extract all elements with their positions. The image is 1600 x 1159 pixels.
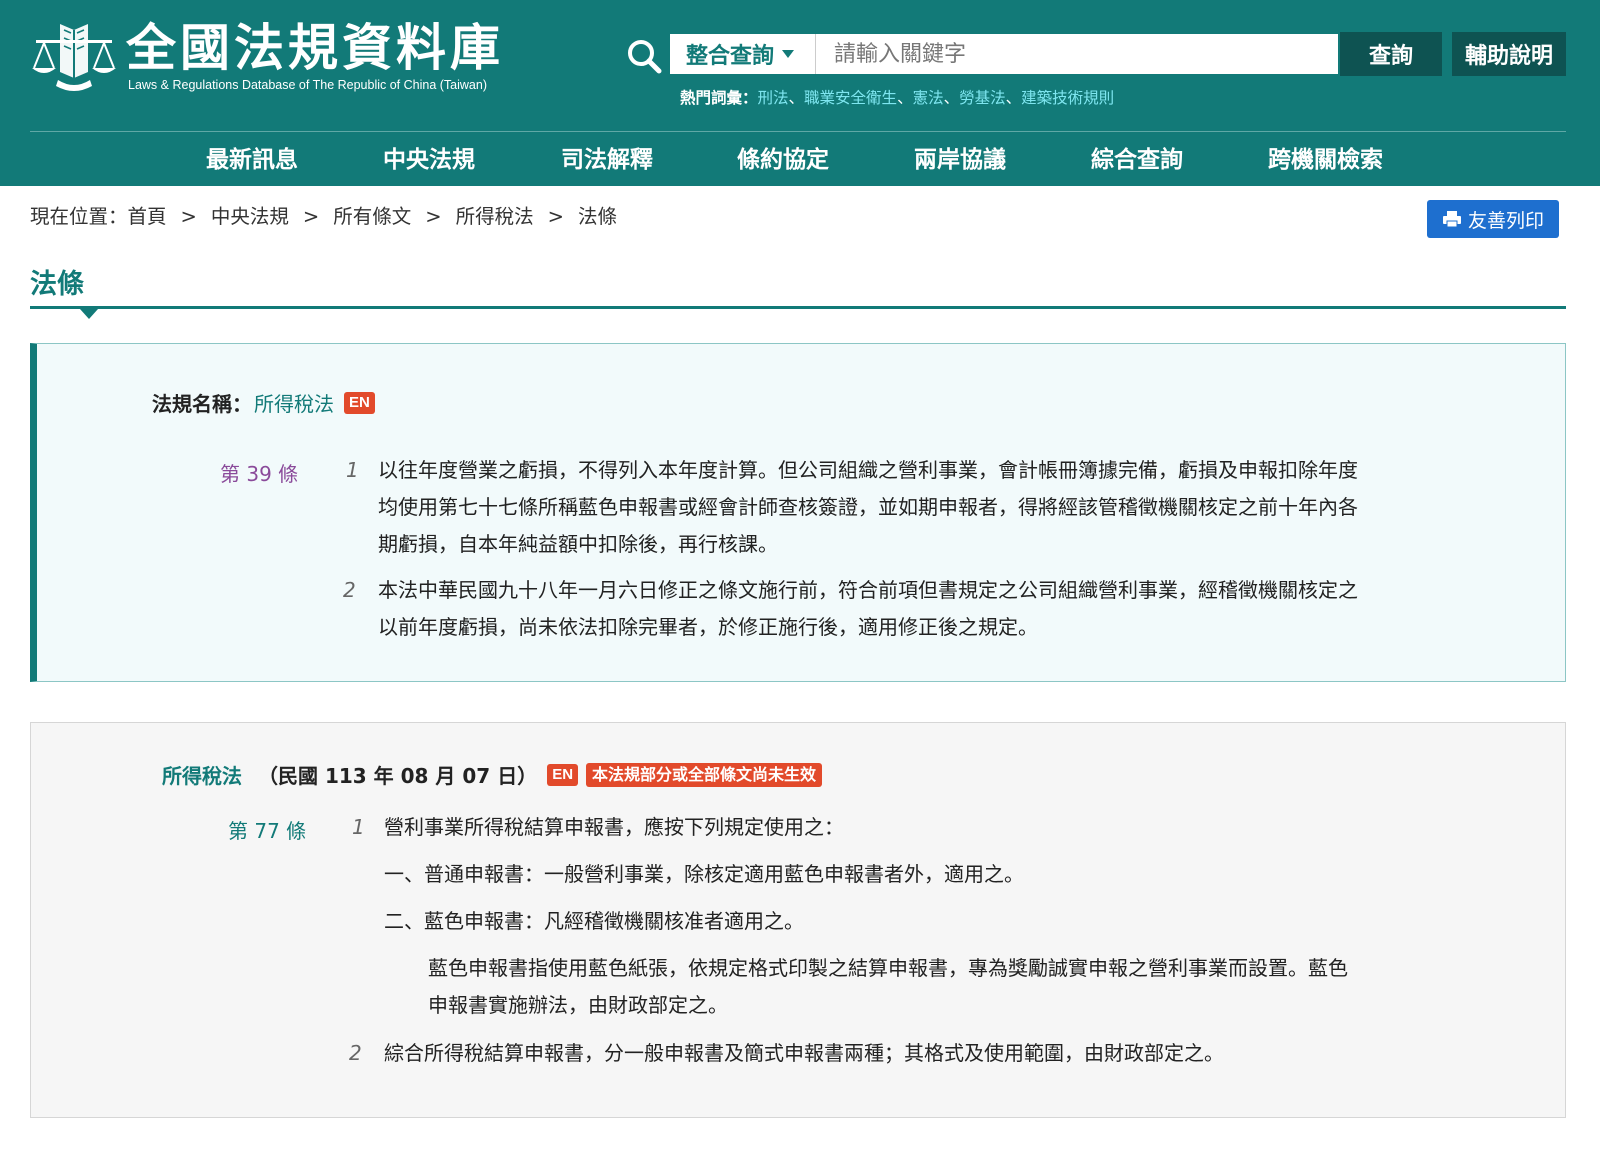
nav-item-cross-agency-search[interactable]: 跨機關檢索 bbox=[1268, 140, 1383, 174]
hot-term-link[interactable]: 勞基法 bbox=[959, 89, 1006, 107]
search-scope-select[interactable]: 整合查詢 bbox=[670, 34, 816, 74]
paragraph-text: 營利事業所得稅結算申報書，應按下列規定使用之： bbox=[384, 815, 844, 839]
hot-terms-label: 熱門詞彙： bbox=[680, 89, 758, 107]
nav-item-news[interactable]: 最新訊息 bbox=[206, 140, 298, 174]
paragraph-number: 2 bbox=[349, 1041, 362, 1065]
hot-terms: 熱門詞彙：刑法、職業安全衛生、憲法、勞基法、建築技術規則 bbox=[680, 89, 1115, 107]
site-subtitle: Laws & Regulations Database of The Repub… bbox=[128, 78, 487, 92]
breadcrumb-item-home[interactable]: 首頁 bbox=[128, 205, 167, 228]
paragraph-number: 1 bbox=[346, 458, 359, 482]
nav-item-cross-strait[interactable]: 兩岸協議 bbox=[914, 140, 1006, 174]
nav-item-central-laws[interactable]: 中央法規 bbox=[383, 140, 475, 174]
site-title: 全國法規資料庫 bbox=[126, 19, 504, 77]
hot-term-link[interactable]: 建築技術規則 bbox=[1021, 89, 1114, 107]
law-name-label: 法規名稱： bbox=[152, 392, 252, 416]
reference-law-header: 所得稅法 （民國 113 年 08 月 07 日） EN 本法規部分或全部條文尚… bbox=[162, 760, 823, 789]
chevron-down-icon bbox=[782, 50, 795, 58]
main-nav: 最新訊息 中央法規 司法解釋 條約協定 兩岸協議 綜合查詢 跨機關檢索 bbox=[0, 140, 1600, 180]
law-name-link[interactable]: 所得稅法 bbox=[254, 388, 334, 417]
paragraph-text: 以往年度營業之虧損，不得列入本年度計算。但公司組織之營利事業，會計帳冊簿據完備，… bbox=[378, 458, 1358, 556]
title-pointer bbox=[80, 309, 98, 319]
search-button[interactable]: 查詢 bbox=[1340, 32, 1442, 76]
english-version-badge[interactable]: EN bbox=[547, 763, 579, 786]
paragraph-text: 綜合所得稅結算申報書，分一般申報書及簡式申報書兩種；其格式及使用範圍，由財政部定… bbox=[384, 1041, 1224, 1065]
print-button-label: 友善列印 bbox=[1467, 209, 1544, 232]
title-underline bbox=[30, 306, 1566, 309]
breadcrumb-item-law[interactable]: 所得稅法 bbox=[456, 205, 534, 228]
list-item: 一、普通申報書：一般營利事業，除核定適用藍色申報書者外，適用之。 bbox=[384, 862, 1024, 886]
paragraph-number: 1 bbox=[352, 815, 365, 839]
english-version-badge[interactable]: EN bbox=[344, 391, 375, 414]
nav-item-treaties[interactable]: 條約協定 bbox=[737, 140, 829, 174]
hot-term-link[interactable]: 憲法 bbox=[913, 89, 944, 107]
hot-term-link[interactable]: 職業安全衛生 bbox=[804, 89, 897, 107]
search-input[interactable] bbox=[816, 34, 1338, 74]
scales-books-icon bbox=[32, 24, 116, 91]
nav-item-advanced-search[interactable]: 綜合查詢 bbox=[1091, 140, 1183, 174]
law-name-row: 法規名稱： 所得稅法 EN bbox=[152, 388, 375, 417]
search-scope-label: 整合查詢 bbox=[686, 44, 775, 69]
search-icon[interactable] bbox=[626, 38, 662, 74]
paragraph-number: 2 bbox=[343, 578, 356, 602]
breadcrumb-item-central[interactable]: 中央法規 bbox=[211, 205, 289, 228]
header-divider bbox=[30, 131, 1566, 132]
article-number[interactable]: 第 39 條 bbox=[220, 458, 298, 487]
breadcrumb-item-current: 法條 bbox=[577, 205, 617, 228]
reference-law-name-link[interactable]: 所得稅法 bbox=[162, 760, 242, 789]
help-button[interactable]: 輔助說明 bbox=[1452, 32, 1566, 76]
nav-item-judicial-interpretations[interactable]: 司法解釋 bbox=[561, 140, 653, 174]
reference-law-date: （民國 113 年 08 月 07 日） bbox=[258, 764, 538, 788]
site-logo[interactable]: 全國法規資料庫 Laws & Regulations Database of T… bbox=[30, 16, 520, 96]
breadcrumb: 現在位置：首頁 > 中央法規 > 所有條文 > 所得稅法 > 法條 bbox=[30, 205, 617, 228]
not-in-force-badge: 本法規部分或全部條文尚未生效 bbox=[586, 762, 823, 787]
site-header: 全國法規資料庫 Laws & Regulations Database of T… bbox=[0, 0, 1600, 186]
printer-icon bbox=[1442, 211, 1461, 228]
paragraph-text: 本法中華民國九十八年一月六日修正之條文施行前，符合前項但書規定之公司組織營利事業… bbox=[378, 578, 1358, 639]
breadcrumb-prefix: 現在位置： bbox=[30, 205, 128, 228]
list-item-note: 藍色申報書指使用藍色紙張，依規定格式印製之結算申報書，專為獎勵誠實申報之營利事業… bbox=[428, 956, 1348, 1017]
list-item: 二、藍色申報書：凡經稽徵機關核准者適用之。 bbox=[384, 909, 804, 933]
hot-term-link[interactable]: 刑法 bbox=[758, 89, 789, 107]
article-number[interactable]: 第 77 條 bbox=[228, 815, 306, 844]
print-button[interactable]: 友善列印 bbox=[1427, 200, 1559, 238]
page-title: 法條 bbox=[30, 269, 84, 300]
breadcrumb-item-all-articles[interactable]: 所有條文 bbox=[333, 205, 411, 228]
